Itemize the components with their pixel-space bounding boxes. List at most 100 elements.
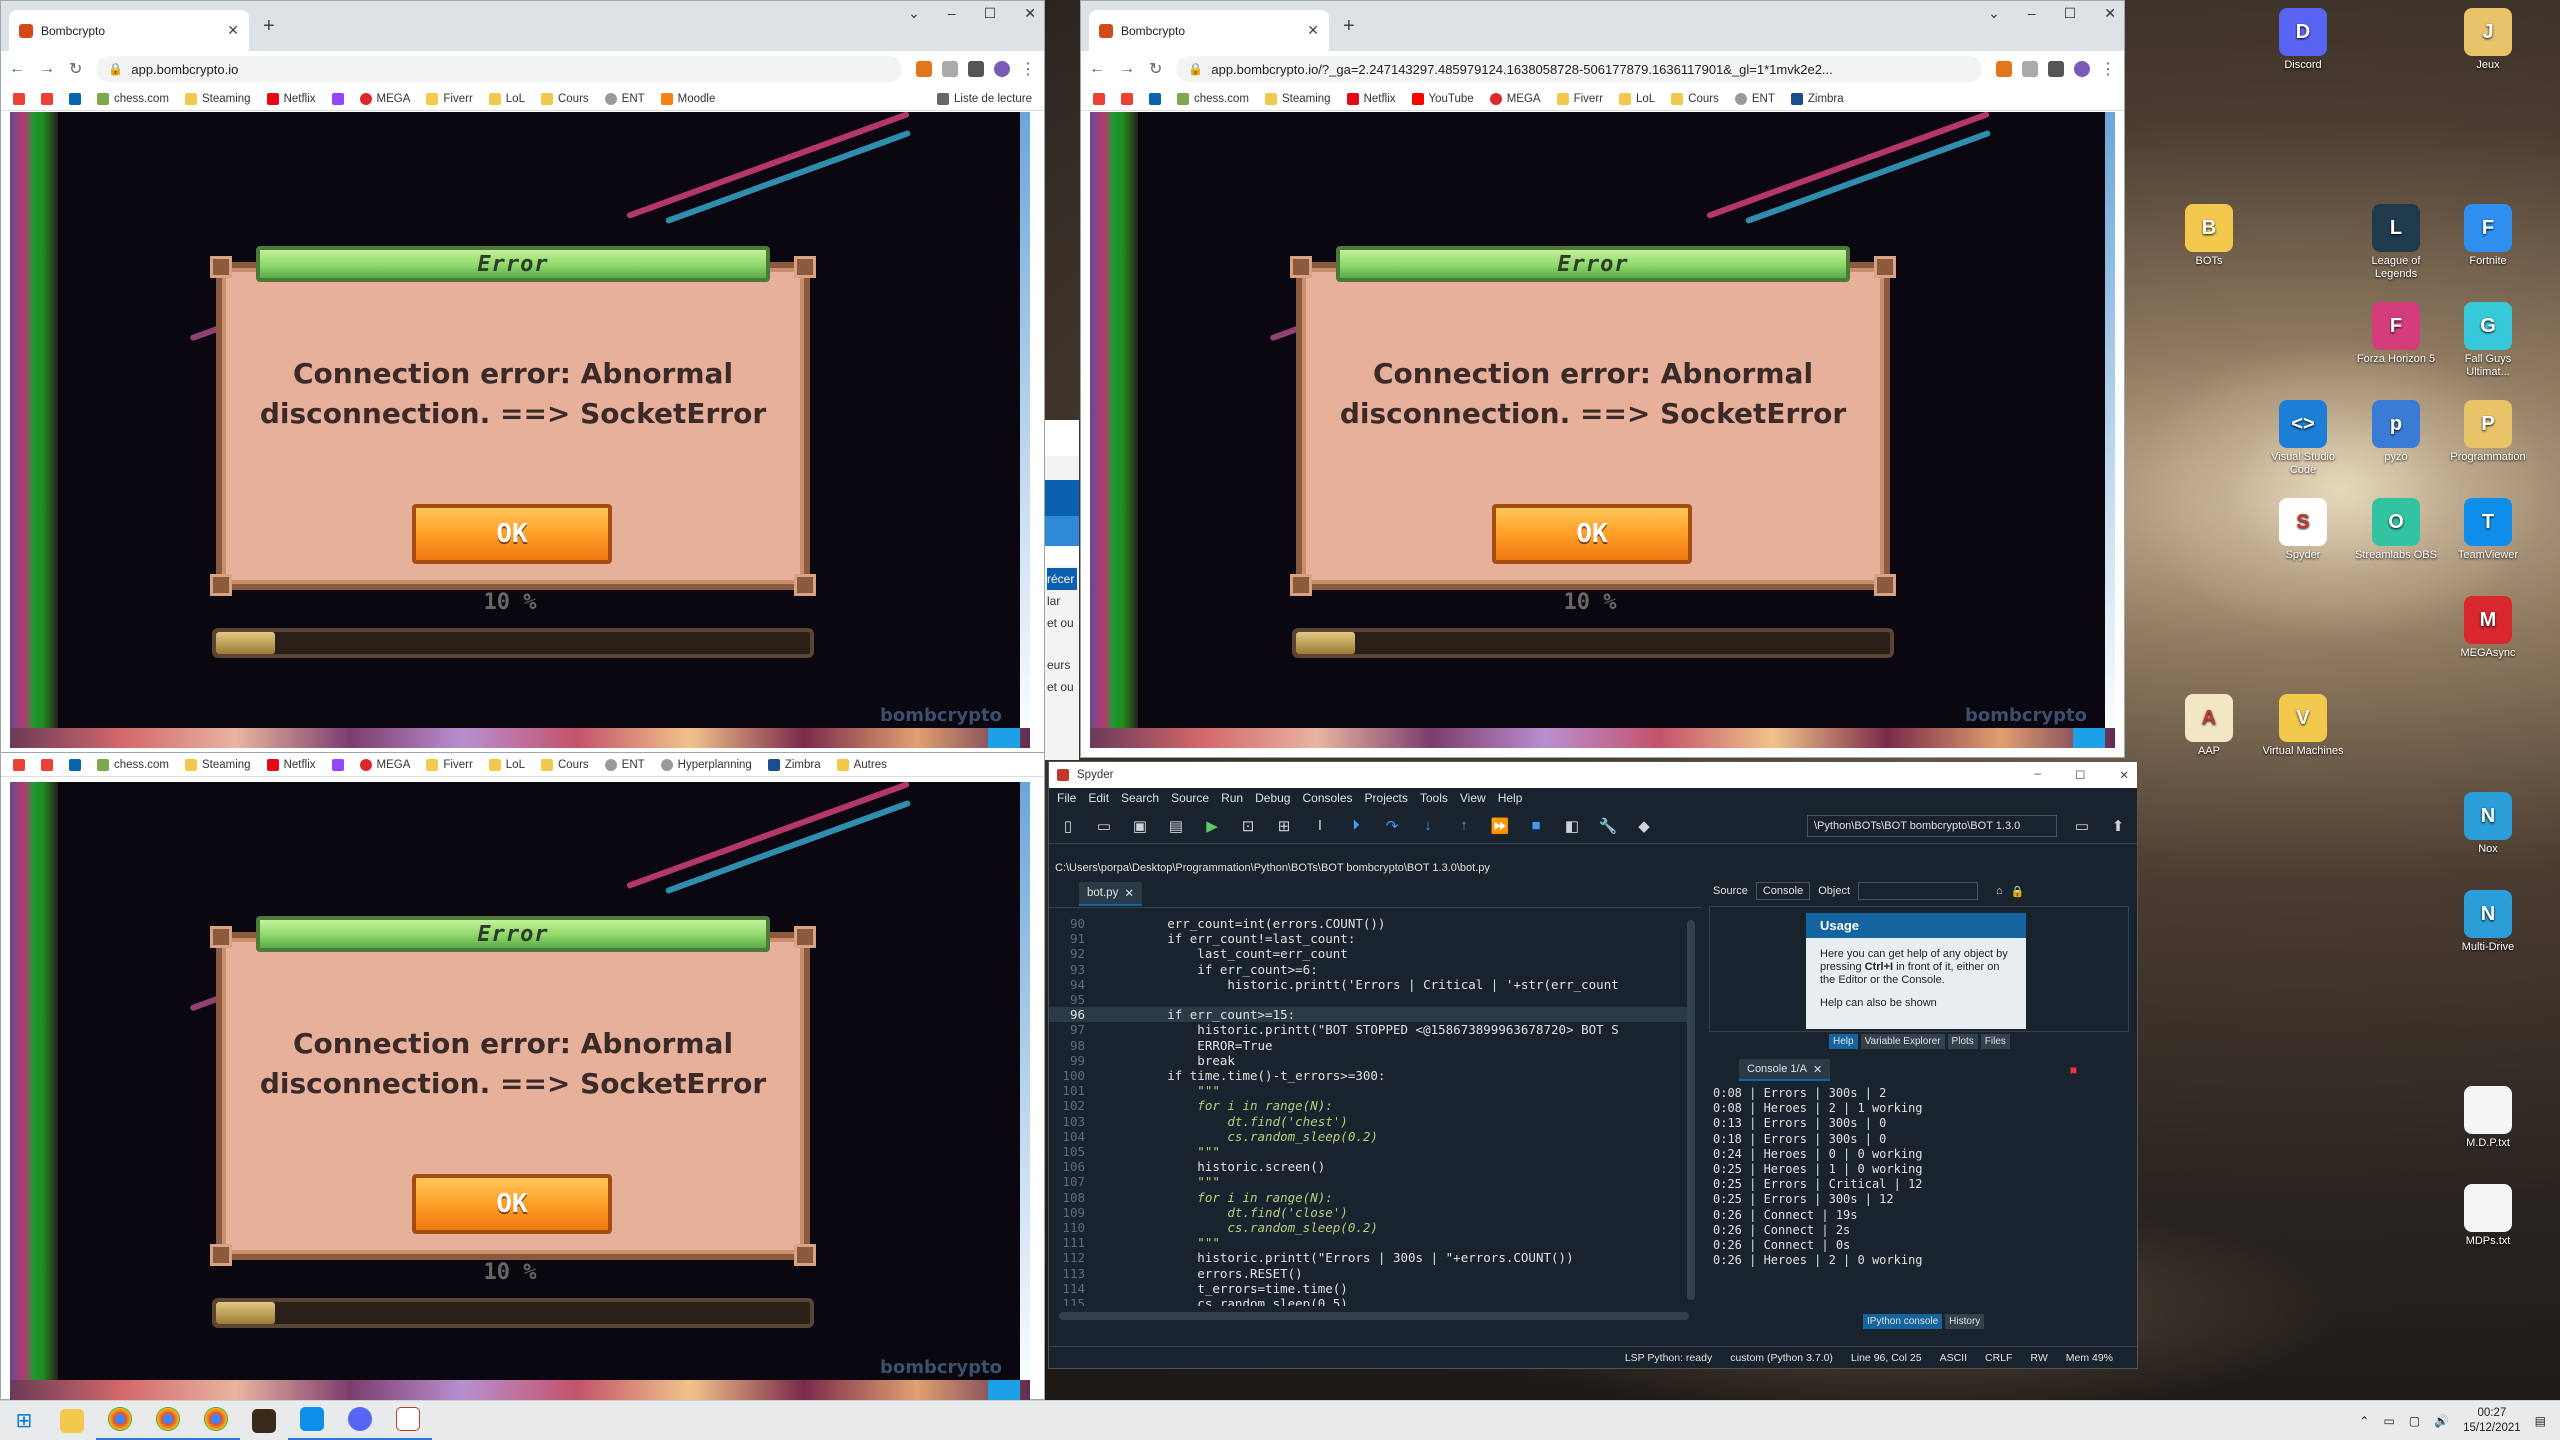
code-line[interactable]: 104 cs.random_sleep(0.2) xyxy=(1049,1129,1689,1144)
desktop-icon-teamviewer[interactable]: T TeamViewer xyxy=(2442,498,2534,562)
code-line[interactable]: 98 ERROR=True xyxy=(1049,1038,1689,1053)
code-text[interactable]: """ xyxy=(1093,1144,1220,1159)
bookmark-item[interactable]: Autres xyxy=(836,758,887,771)
desktop-icon-discord[interactable]: D Discord xyxy=(2257,8,2349,72)
browse-folder-icon[interactable]: ▭ xyxy=(2071,816,2093,836)
extension-icon[interactable] xyxy=(2022,61,2038,77)
bookmark-item[interactable]: Hyperplanning xyxy=(660,758,752,771)
bookmark-item[interactable]: Fiverr xyxy=(426,92,473,105)
menu-run[interactable]: Run xyxy=(1221,791,1243,805)
avatar[interactable] xyxy=(2074,61,2090,77)
bookmark-item[interactable]: Netflix xyxy=(266,758,316,771)
lock-icon[interactable]: 🔒 xyxy=(2011,885,2025,898)
menu-debug[interactable]: Debug xyxy=(1255,791,1290,805)
bookmark-item[interactable] xyxy=(331,92,344,105)
desktop-icon-league-of-legends[interactable]: L League of Legends xyxy=(2350,204,2442,281)
network-icon[interactable]: ▭ xyxy=(2383,1414,2394,1428)
menu-icon[interactable]: ⋮ xyxy=(1020,59,1036,79)
taskbar-chrome-1[interactable] xyxy=(96,1401,144,1440)
menu-tools[interactable]: Tools xyxy=(1420,791,1448,805)
bookmark-item[interactable]: Fiverr xyxy=(426,758,473,771)
close-window-icon[interactable]: ✕ xyxy=(2119,768,2129,782)
code-lines[interactable]: 90 err_count=int(errors.COUNT()) 91 if er… xyxy=(1049,916,1689,1306)
desktop-icon-fortnite[interactable]: F Fortnite xyxy=(2442,204,2534,268)
help-object-input[interactable] xyxy=(1858,882,1979,900)
code-line[interactable]: 115 cs.random_sleep(0.5) xyxy=(1049,1296,1689,1306)
bookmark-outlook[interactable] xyxy=(69,758,81,771)
code-line[interactable]: 106 historic.screen() xyxy=(1049,1159,1689,1174)
desktop-icon-forza-horizon-5[interactable]: F Forza Horizon 5 xyxy=(2350,302,2442,366)
python-path-icon[interactable]: ◆ xyxy=(1633,816,1655,836)
forward-icon[interactable]: → xyxy=(1119,60,1135,78)
code-line[interactable]: 99 break xyxy=(1049,1053,1689,1068)
code-text[interactable]: historic.printt("BOT STOPPED <@158673899… xyxy=(1093,1022,1618,1037)
clock[interactable]: 00:27 15/12/2021 xyxy=(2463,1406,2521,1436)
bookmark-gmail[interactable] xyxy=(13,758,25,771)
working-directory-input[interactable]: \Python\BOTs\BOT bombcrypto\BOT 1.3.0 xyxy=(1807,814,2057,837)
bookmark-item[interactable] xyxy=(331,758,344,771)
bookmark-gmail2[interactable] xyxy=(41,92,53,105)
menu-icon[interactable]: ⋮ xyxy=(2100,59,2116,79)
help-source-select[interactable]: Console xyxy=(1755,882,1811,900)
parent-dir-icon[interactable]: ⬆ xyxy=(2107,816,2129,836)
puzzle-icon[interactable] xyxy=(2048,61,2064,77)
desktop-icon-fall-guys-ultimat-[interactable]: G Fall Guys Ultimat... xyxy=(2442,302,2534,379)
save-all-icon[interactable]: ▤ xyxy=(1165,816,1187,836)
menu-help[interactable]: Help xyxy=(1498,791,1523,805)
extension-icon[interactable] xyxy=(942,61,958,77)
ok-button[interactable]: OK xyxy=(412,504,612,564)
save-icon[interactable]: ▣ xyxy=(1129,816,1151,836)
browser-tab[interactable]: Bombcrypto ✕ xyxy=(1089,10,1329,51)
new-tab-icon[interactable]: + xyxy=(263,15,275,38)
bookmark-item[interactable]: Cours xyxy=(540,758,589,771)
code-text[interactable]: """ xyxy=(1093,1083,1220,1098)
menu-source[interactable]: Source xyxy=(1171,791,1209,805)
desktop-icon-visual-studio-code[interactable]: <> Visual Studio Code xyxy=(2257,400,2349,477)
code-line[interactable]: 92 last_count=err_count xyxy=(1049,946,1689,961)
code-text[interactable]: t_errors=time.time() xyxy=(1093,1281,1348,1296)
desktop-icon-nox[interactable]: N Nox xyxy=(2442,792,2534,856)
code-text[interactable]: errors.RESET() xyxy=(1093,1266,1302,1281)
code-text[interactable]: """ xyxy=(1093,1174,1220,1189)
bookmark-item[interactable]: chess.com xyxy=(97,92,169,105)
ipython-console-output[interactable]: 0:08 | Errors | 300s | 2 0:08 | Heroes | … xyxy=(1713,1086,2123,1298)
tab-close-icon[interactable]: ✕ xyxy=(227,22,239,39)
editor-vertical-scrollbar[interactable] xyxy=(1687,920,1695,1300)
code-text[interactable]: if err_count>=6: xyxy=(1093,962,1317,977)
maximize-icon[interactable]: ☐ xyxy=(2075,768,2085,782)
pane-tab-help[interactable]: Help xyxy=(1829,1034,1858,1049)
code-line[interactable]: 95 xyxy=(1049,992,1689,1007)
run-cell-icon[interactable]: ⊡ xyxy=(1237,816,1259,836)
desktop-icon-megasync[interactable]: M MEGAsync xyxy=(2442,596,2534,660)
code-editor[interactable]: bot.py ✕ 90 err_count=int(errors.COUNT())… xyxy=(1049,880,1701,1330)
code-text[interactable]: dt.find('close') xyxy=(1093,1205,1347,1220)
code-text[interactable]: historic.printt("Errors | 300s | "+error… xyxy=(1093,1250,1573,1265)
minimize-icon[interactable]: – xyxy=(948,5,956,22)
bookmark-item[interactable]: YouTube xyxy=(1411,92,1474,105)
code-text[interactable]: cs.random_sleep(0.2) xyxy=(1093,1129,1378,1144)
url-bar[interactable]: 🔒 app.bombcrypto.io/?_ga=2.247143297.4859… xyxy=(1176,56,1982,82)
metamask-icon[interactable] xyxy=(1996,61,2012,77)
bookmark-item[interactable]: LoL xyxy=(488,758,525,771)
code-line[interactable]: 113 errors.RESET() xyxy=(1049,1266,1689,1281)
bookmark-item[interactable]: Cours xyxy=(1671,92,1719,105)
bookmark-outlook[interactable] xyxy=(69,92,81,105)
editor-horizontal-scrollbar[interactable] xyxy=(1059,1312,1689,1320)
tab-close-icon[interactable]: ✕ xyxy=(1124,886,1134,900)
code-line[interactable]: 96 if err_count>=15: xyxy=(1049,1007,1689,1023)
code-text[interactable]: ERROR=True xyxy=(1093,1038,1272,1053)
tab-close-icon[interactable]: ✕ xyxy=(1307,22,1319,39)
desktop-icon-jeux[interactable]: J Jeux xyxy=(2442,8,2534,72)
code-text[interactable]: """ xyxy=(1093,1235,1220,1250)
bookmark-gmail2[interactable] xyxy=(1121,92,1133,105)
desktop-icon-programmation[interactable]: P Programmation xyxy=(2442,400,2534,464)
console-tab[interactable]: Console 1/A ✕ xyxy=(1739,1059,1831,1081)
editor-tab-bot-py[interactable]: bot.py ✕ xyxy=(1079,881,1142,906)
taskbar-chrome-2[interactable] xyxy=(144,1401,192,1440)
bookmark-item[interactable]: Steaming xyxy=(184,758,251,771)
display-icon[interactable]: ▢ xyxy=(2409,1414,2420,1428)
bookmark-item[interactable]: Netflix xyxy=(266,92,316,105)
code-line[interactable]: 94 historic.printt('Errors | Critical | … xyxy=(1049,977,1689,992)
expand-icon[interactable] xyxy=(988,1380,1020,1400)
bookmark-item[interactable]: ENT xyxy=(1734,92,1775,105)
